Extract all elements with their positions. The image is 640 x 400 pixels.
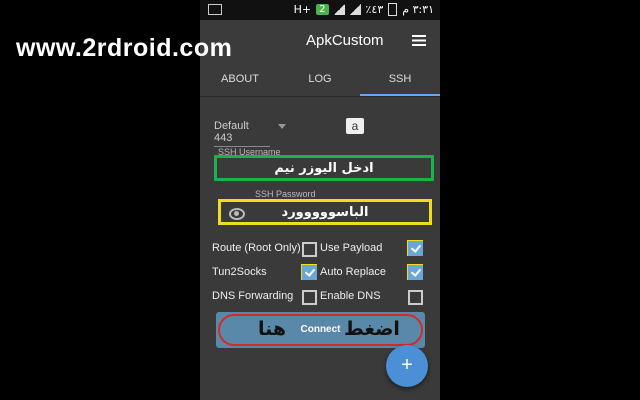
signal-icon — [333, 4, 345, 15]
use-payload-checkbox[interactable] — [408, 241, 423, 256]
menu-icon[interactable] — [412, 35, 426, 46]
tun2socks-label: Tun2Socks — [212, 266, 267, 278]
enable-dns-label: Enable DNS — [320, 290, 381, 302]
status-bar: H+ 2 ٪٤٣ ٣:٣١ م — [200, 0, 440, 20]
a-icon[interactable]: a — [346, 118, 364, 134]
connect-highlight — [218, 314, 423, 346]
image-icon — [208, 4, 222, 15]
tab-log[interactable]: LOG — [280, 62, 360, 96]
network-label: H+ — [293, 3, 312, 16]
plus-icon: + — [401, 354, 413, 376]
watermark: www.2rdroid.com — [16, 34, 233, 62]
app-toolbar: ApkCustom — [200, 20, 440, 62]
auto-replace-checkbox[interactable] — [408, 265, 423, 280]
port-select[interactable]: Default 443 — [214, 120, 270, 147]
app-title: ApkCustom — [306, 32, 384, 49]
add-button[interactable]: + — [386, 345, 428, 387]
ssh-panel: Default 443 a SSH Username ادخل اليوزر ن… — [200, 97, 440, 400]
enable-dns-checkbox[interactable] — [408, 290, 423, 305]
tab-about[interactable]: ABOUT — [200, 62, 280, 96]
dns-forwarding-label: DNS Forwarding — [212, 290, 294, 302]
route-root-label: Route (Root Only) — [212, 242, 301, 254]
password-label: SSH Password — [255, 189, 316, 199]
password-field[interactable]: الباسووووورد — [218, 199, 432, 225]
eye-icon[interactable] — [229, 208, 245, 220]
status-right: H+ 2 ٪٤٣ ٣:٣١ م — [294, 3, 434, 16]
route-root-checkbox[interactable] — [302, 242, 317, 257]
battery-icon — [388, 3, 398, 16]
use-payload-label: Use Payload — [320, 242, 383, 254]
clock: ٣:٣١ م — [402, 3, 434, 16]
dns-forwarding-checkbox[interactable] — [302, 290, 317, 305]
battery-percent: ٪٤٣ — [365, 3, 384, 16]
phone-screen: H+ 2 ٪٤٣ ٣:٣١ م ApkCustom ABOUT LOG SSH … — [200, 0, 440, 400]
auto-replace-label: Auto Replace — [320, 266, 387, 278]
username-field[interactable]: ادخل اليوزر نيم — [214, 155, 434, 181]
tab-bar: ABOUT LOG SSH — [200, 62, 440, 97]
tab-ssh[interactable]: SSH — [360, 62, 440, 96]
password-value: الباسووووورد — [281, 204, 369, 220]
signal-icon-2 — [349, 4, 361, 15]
username-value: ادخل اليوزر نيم — [274, 160, 374, 176]
sim-badge: 2 — [316, 4, 329, 15]
chevron-down-icon[interactable] — [278, 124, 286, 129]
tun2socks-checkbox[interactable] — [302, 265, 317, 280]
